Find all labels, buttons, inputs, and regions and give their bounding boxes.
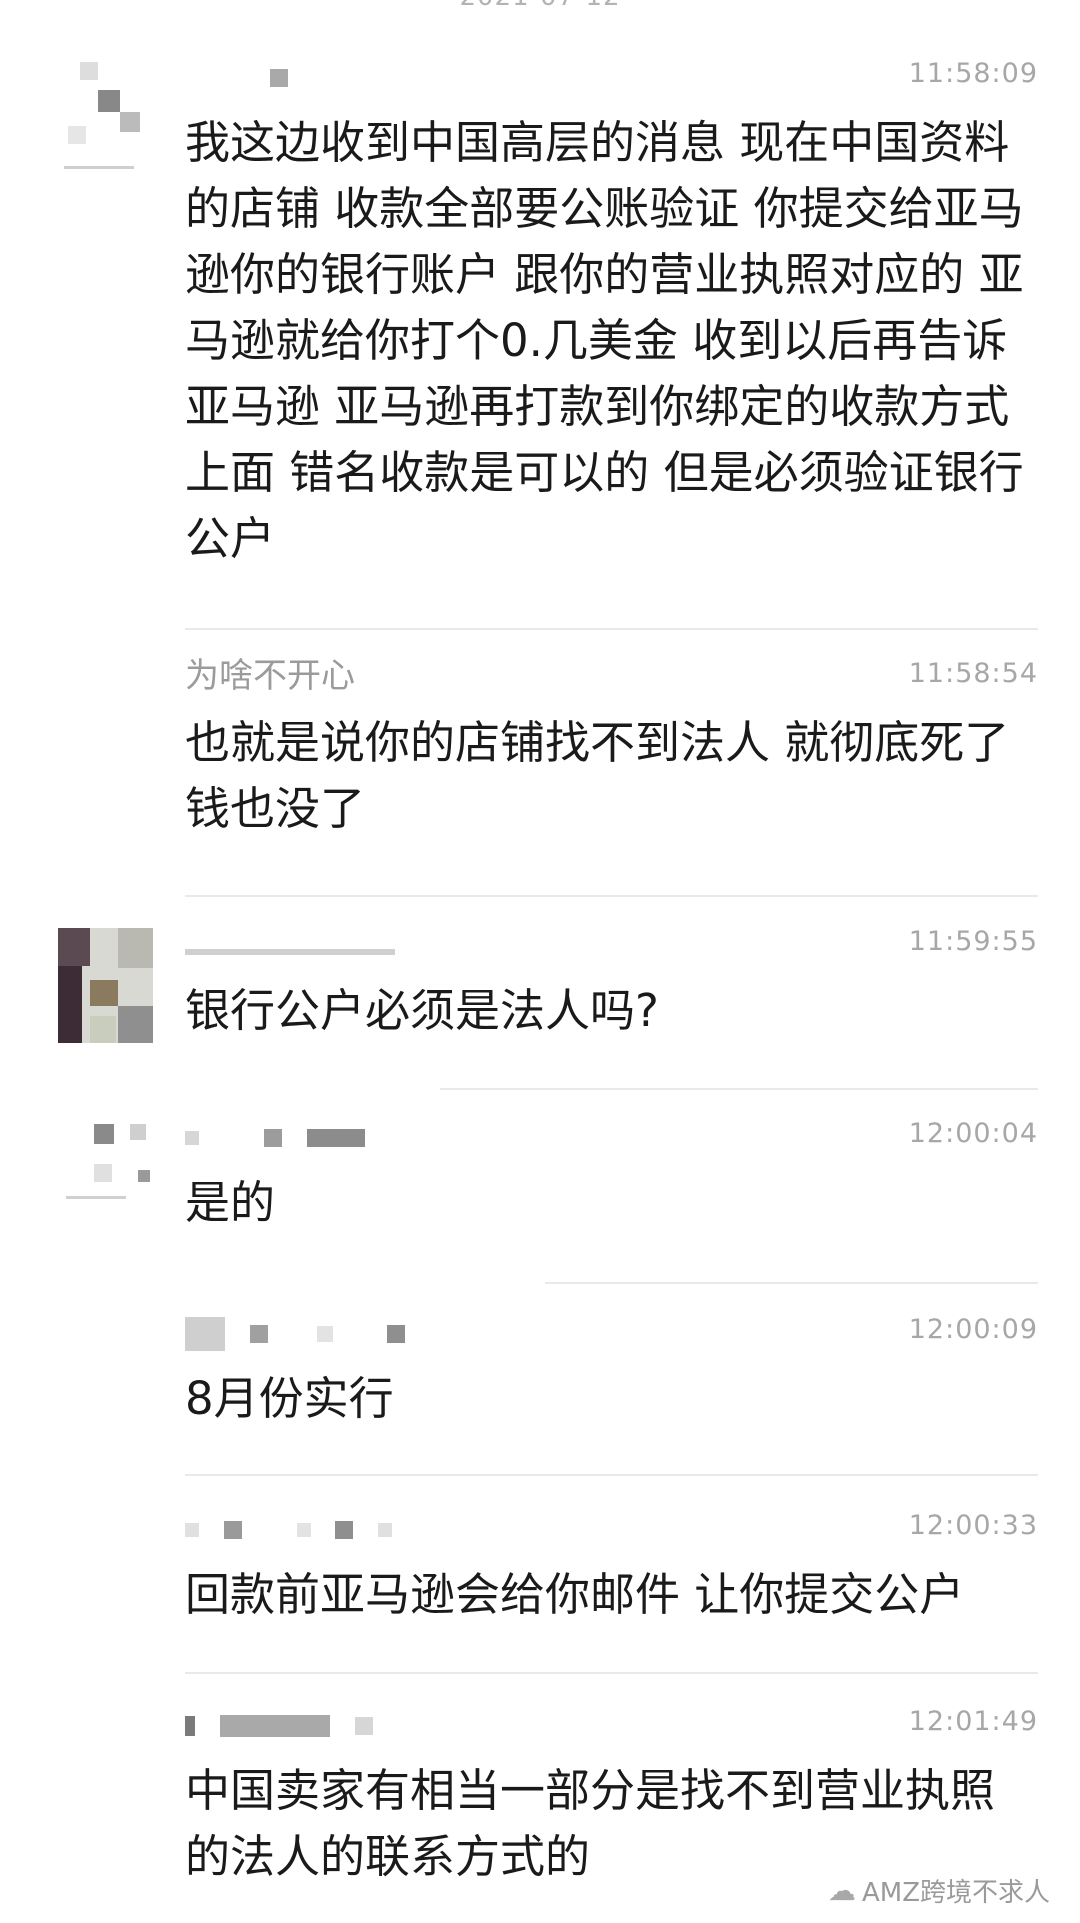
date-separator: 2021-07-12 (0, 0, 1080, 22)
message-time: 12:00:04 (908, 1118, 1038, 1149)
message-text: 也就是说你的店铺找不到法人 就彻底死了钱也没了 (185, 716, 1010, 835)
message-text: 是的 (185, 1176, 276, 1229)
chat-message[interactable]: 12:00:04 是的 (0, 1104, 1080, 1274)
sender-name (185, 1312, 419, 1352)
sender-name (185, 924, 409, 964)
chat-message[interactable]: 11:58:09 我这边收到中国高层的消息 现在中国资料的店铺 收款全部要公账验… (0, 44, 1080, 565)
divider (185, 895, 1038, 897)
sender-name (185, 1704, 387, 1744)
message-text: 中国卖家有相当一部分是找不到营业执照的法人的联系方式的 (185, 1764, 996, 1883)
wechat-icon: ☁ (827, 1874, 856, 1907)
message-text: 8月份实行 (185, 1372, 394, 1425)
avatar[interactable] (58, 62, 153, 177)
divider (545, 1282, 1038, 1284)
avatar[interactable] (58, 1124, 153, 1239)
chat-message[interactable]: 11:59:55 银行公户必须是法人吗? (0, 912, 1080, 1082)
message-time: 11:58:09 (908, 58, 1038, 89)
watermark: ☁ AMZ跨境不求人 (828, 1872, 1050, 1909)
message-text: 银行公户必须是法人吗? (185, 984, 659, 1037)
divider (185, 1474, 1038, 1476)
chat-message[interactable]: 为啥不开心 11:58:54 也就是说你的店铺找不到法人 就彻底死了钱也没了 (0, 644, 1080, 874)
divider (440, 1088, 1038, 1090)
sender-name: 为啥不开心 (185, 656, 355, 696)
sender-name (185, 1116, 379, 1156)
message-time: 12:00:09 (908, 1314, 1038, 1345)
message-text: 回款前亚马逊会给你邮件 让你提交公户 (185, 1568, 965, 1621)
message-text: 我这边收到中国高层的消息 现在中国资料的店铺 收款全部要公账验证 你提交给亚马逊… (185, 116, 1024, 565)
message-time: 11:58:54 (908, 658, 1038, 689)
chat-message[interactable]: 12:00:09 8月份实行 (0, 1300, 1080, 1470)
avatar[interactable] (58, 928, 153, 1043)
message-time: 12:00:33 (908, 1510, 1038, 1541)
sender-name (185, 56, 302, 96)
chat-message[interactable]: 12:00:33 回款前亚马逊会给你邮件 让你提交公户 (0, 1496, 1080, 1666)
date-label: 2021-07-12 (0, 0, 1080, 12)
message-time: 12:01:49 (908, 1706, 1038, 1737)
divider (185, 1672, 1038, 1674)
sender-name (185, 1508, 406, 1548)
message-time: 11:59:55 (908, 926, 1038, 957)
divider (185, 628, 1038, 630)
watermark-text: AMZ跨境不求人 (861, 1878, 1050, 1908)
